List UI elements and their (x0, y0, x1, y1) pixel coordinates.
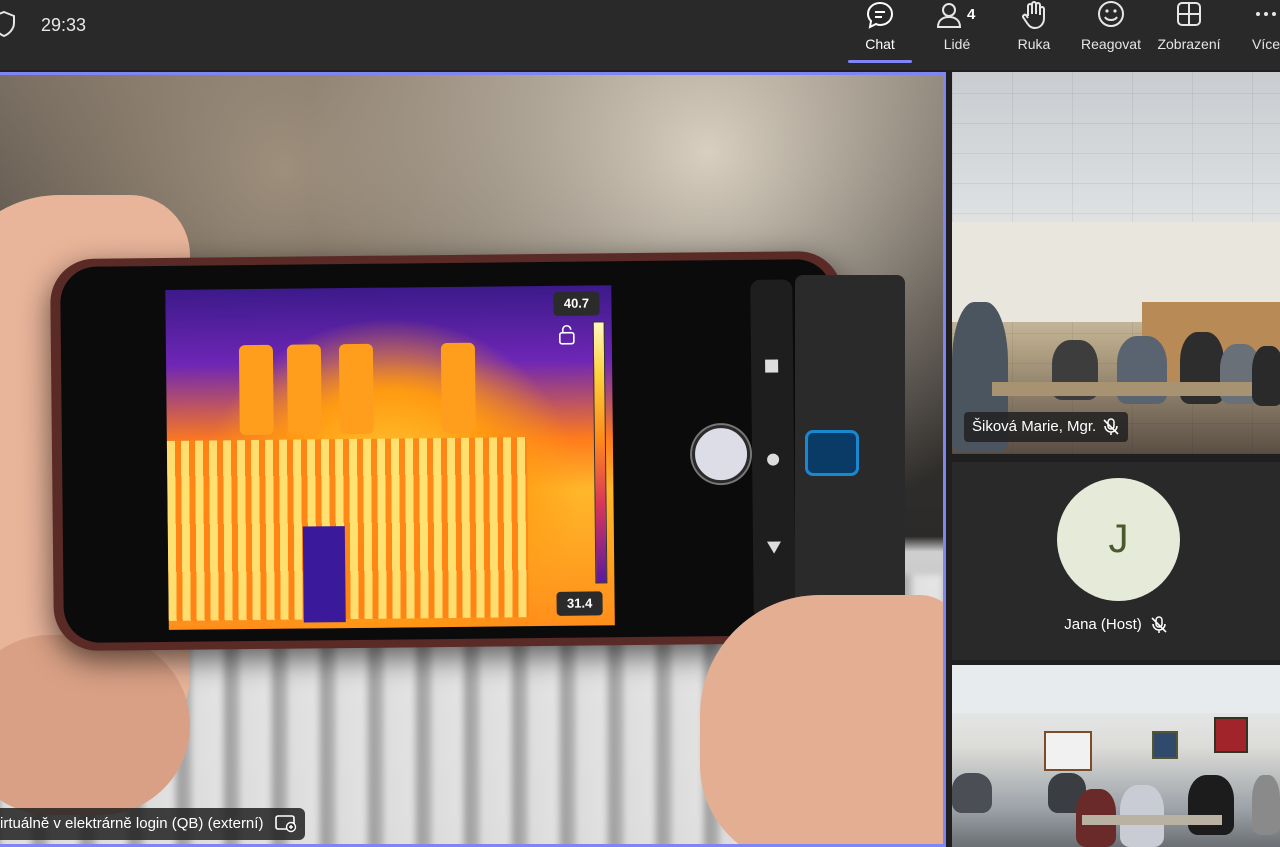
active-tab-indicator (848, 60, 912, 63)
phone-screen: 40.7 31.4 (60, 258, 836, 644)
max-temp-label: 40.7 (553, 291, 600, 316)
raise-hand-icon (1022, 1, 1045, 29)
mic-off-icon (1103, 418, 1119, 435)
classroom-ceiling (952, 665, 1280, 713)
mic-off-icon (1151, 616, 1167, 633)
thermal-cold-block (302, 526, 346, 623)
view-button[interactable]: Zobrazení (1152, 0, 1226, 66)
participant-tile[interactable]: J Jana (Host) (952, 462, 1280, 660)
more-button[interactable]: Více (1246, 0, 1280, 66)
lock-icon (558, 324, 575, 345)
people-icon (936, 3, 962, 28)
thermal-insulator (238, 344, 274, 436)
participant-name-tag: Jana (Host) (952, 616, 1280, 633)
view-label: Zobrazení (1157, 36, 1221, 52)
wall-picture (1214, 717, 1248, 753)
thermal-insulator (440, 342, 476, 434)
meeting-toolbar: 29:33 Chat Lidé 4 Ruka Reagovat Zobrazen… (0, 0, 1280, 70)
avatar: J (1057, 478, 1180, 601)
more-label: Více (1252, 36, 1280, 52)
participant-video (952, 72, 1280, 454)
react-label: Reagovat (1081, 36, 1141, 52)
screen-share-icon (275, 815, 297, 833)
min-temp-label: 31.4 (556, 591, 603, 616)
thermal-insulator (286, 344, 322, 435)
left-hand-lower (0, 635, 190, 815)
presenter-name-tag: irtuálně v elektrárně login (QB) (extern… (0, 808, 306, 840)
shared-video-feed: 40.7 31.4 (0, 75, 943, 844)
people-count-badge: 4 (967, 6, 976, 23)
raise-hand-label: Ruka (1017, 36, 1051, 52)
meeting-timer: 29:33 (41, 15, 87, 35)
presenter-name: irtuálně v elektrárně login (QB) (extern… (0, 815, 264, 832)
participant-video (952, 665, 1280, 847)
shield-icon (0, 10, 15, 38)
camera-shutter (691, 424, 751, 484)
chat-icon (866, 1, 894, 29)
thermal-insulator (338, 343, 374, 435)
react-icon (1098, 1, 1124, 27)
main-video-stage[interactable]: 40.7 31.4 irtuálně v elektrárně login (Q… (0, 72, 946, 847)
chat-label: Chat (865, 36, 895, 52)
participant-name: Jana (Host) (1064, 616, 1142, 633)
phone-in-video: 40.7 31.4 (49, 250, 847, 652)
raise-hand-button[interactable]: Ruka (1008, 0, 1060, 66)
participant-tile[interactable] (952, 665, 1280, 847)
student (1252, 346, 1280, 406)
classroom-board (1044, 731, 1092, 771)
student (1252, 775, 1280, 835)
thermal-camera-lens (805, 430, 859, 476)
phone-navbar (750, 279, 796, 620)
right-hand (700, 595, 943, 844)
participant-name-tag: Šiková Marie, Mgr. (964, 412, 1129, 442)
student (1188, 775, 1234, 835)
participant-tile[interactable]: Šiková Marie, Mgr. (952, 72, 1280, 454)
chat-button[interactable]: Chat (850, 0, 910, 66)
view-icon (1177, 2, 1201, 26)
classroom-desk (1082, 815, 1222, 825)
classroom-desk (992, 382, 1252, 396)
participant-name: Šiková Marie, Mgr. (972, 418, 1097, 435)
people-button[interactable]: Lidé (930, 0, 984, 66)
more-icon (1256, 12, 1276, 16)
square-icon (765, 359, 781, 554)
thermal-radiator-fins (166, 437, 529, 621)
student (952, 773, 992, 813)
wall-picture (1152, 731, 1178, 759)
people-label: Lidé (943, 36, 971, 52)
react-button[interactable]: Reagovat (1076, 0, 1146, 66)
